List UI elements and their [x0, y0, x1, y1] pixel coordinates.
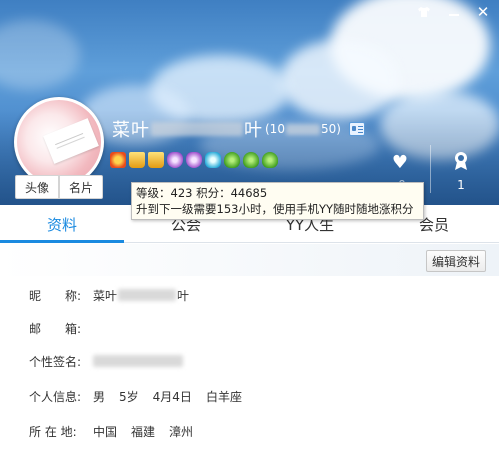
- tab-profile[interactable]: 资料: [0, 205, 124, 243]
- personal-info-label: 个人信息:: [29, 389, 82, 404]
- leaf-green-icon[interactable]: [243, 152, 259, 168]
- crown-gold-icon[interactable]: [129, 152, 145, 168]
- redacted-block: [93, 355, 183, 367]
- email-label: 邮 箱:: [29, 321, 82, 336]
- gem-purple-icon[interactable]: [186, 152, 202, 168]
- personal-info-value: 男 5岁 4月4日 白羊座: [93, 388, 242, 405]
- card-tab-button[interactable]: 名片: [59, 175, 103, 199]
- leaf-green-icon[interactable]: [224, 152, 240, 168]
- location-value: 中国 福建 漳州: [93, 423, 193, 440]
- edit-profile-button[interactable]: 编辑资料: [426, 250, 486, 272]
- redacted-block: [285, 123, 320, 135]
- cloud-decoration: [0, 20, 80, 90]
- avatar-tab-button[interactable]: 头像: [15, 175, 59, 199]
- name-line: 菜叶 叶 (10 50): [112, 117, 365, 141]
- gender-value: 男: [93, 389, 106, 404]
- signature-value: [93, 355, 183, 367]
- birthday-value: 4月4日: [152, 389, 192, 404]
- tooltip-level-line: 等级：423 积分：44685: [136, 186, 268, 200]
- crown-gold-icon[interactable]: [148, 152, 164, 168]
- age-value: 5岁: [119, 389, 139, 404]
- email-row: 邮 箱:: [29, 318, 93, 338]
- leaf-green-icon[interactable]: [262, 152, 278, 168]
- location-label: 所 在 地:: [29, 424, 77, 439]
- province-value: 福建: [131, 424, 156, 439]
- yy-id-prefix: (10: [265, 122, 285, 136]
- signature-label: 个性签名:: [29, 354, 82, 369]
- yy-id: (10 50): [265, 122, 341, 136]
- minimize-icon[interactable]: [443, 2, 465, 22]
- nickname-label: 昵 称:: [29, 288, 82, 303]
- tooltip-hint-line: 升到下一级需要153小时，使用手机YY随时随地涨积分: [136, 202, 414, 216]
- cloud-decoration: [280, 40, 400, 120]
- close-icon[interactable]: ✕: [472, 2, 494, 22]
- nickname-suffix: 叶: [244, 120, 263, 141]
- nickname-value: 菜叶 叶: [93, 287, 189, 304]
- badge-count: 1: [457, 178, 465, 192]
- badge-list: [110, 152, 278, 168]
- redacted-block: [151, 122, 243, 136]
- city-value: 漳州: [169, 424, 194, 439]
- crown-red-icon[interactable]: [110, 152, 126, 168]
- country-value: 中国: [93, 424, 118, 439]
- zodiac-value: 白羊座: [205, 389, 242, 404]
- medal-icon[interactable]: [450, 151, 472, 173]
- nickname-prefix: 菜叶: [112, 120, 150, 141]
- nickname-row: 昵 称: 菜叶 叶: [29, 285, 189, 305]
- heart-icon[interactable]: ♥: [388, 152, 412, 174]
- stat-divider: [430, 145, 431, 193]
- redacted-block: [118, 289, 177, 301]
- nickname-value-suffix: 叶: [177, 288, 190, 303]
- nickname-value-prefix: 菜叶: [93, 288, 118, 303]
- avatar-image: [17, 100, 101, 184]
- avatar[interactable]: [14, 97, 104, 187]
- yy-id-suffix: 50): [320, 122, 341, 136]
- level-tooltip: 等级：423 积分：44685 升到下一级需要153小时，使用手机YY随时随地涨…: [131, 182, 424, 220]
- shirt-icon[interactable]: [413, 2, 435, 22]
- gem-purple-icon[interactable]: [167, 152, 183, 168]
- personal-info-row: 个人信息: 男 5岁 4月4日 白羊座: [29, 386, 242, 406]
- active-tab-indicator: [0, 240, 124, 243]
- avatar-card-graphic: [43, 118, 99, 164]
- gem-blue-icon[interactable]: [205, 152, 221, 168]
- profile-toolbar: [0, 244, 499, 276]
- location-row: 所 在 地: 中国 福建 漳州: [29, 421, 193, 441]
- signature-row: 个性签名:: [29, 351, 183, 371]
- nickname: 菜叶 叶: [112, 116, 263, 142]
- id-card-icon[interactable]: [348, 122, 365, 136]
